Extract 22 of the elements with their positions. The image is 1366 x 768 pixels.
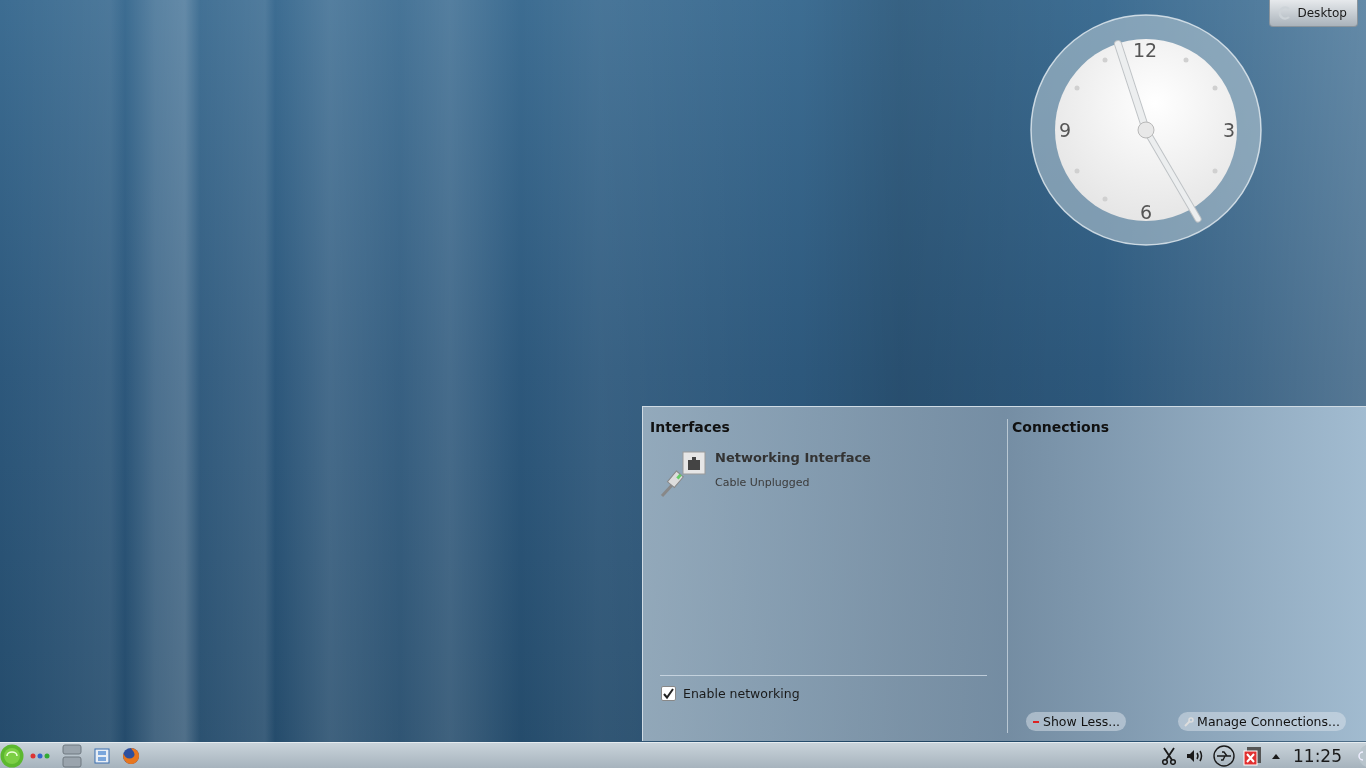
ethernet-cable-icon xyxy=(659,450,707,498)
interface-name: Networking Interface xyxy=(715,450,871,466)
clock-numeral: 6 xyxy=(1140,203,1153,222)
clock-numeral: 9 xyxy=(1059,121,1072,140)
section-title: Interfaces xyxy=(650,419,731,437)
interface-status: Cable Unplugged xyxy=(715,476,811,489)
manage-connections-button[interactable]: Manage Connections... xyxy=(1178,712,1346,731)
show-less-button[interactable]: Show Less... xyxy=(1026,712,1127,731)
clock-numeral: 12 xyxy=(1133,41,1158,60)
interface-item[interactable]: Networking Interface Cable Unplugged xyxy=(650,439,987,498)
clock-numeral: 3 xyxy=(1223,121,1236,140)
activity-dots-icon[interactable] xyxy=(30,751,50,760)
checkbox-label: Enable networking xyxy=(683,686,800,701)
wrench-icon xyxy=(1184,716,1195,727)
browser-icon[interactable] xyxy=(122,746,140,765)
section-title: Connections xyxy=(1012,419,1111,437)
file-cabinet-icon[interactable] xyxy=(94,747,110,764)
taskbar-clock[interactable]: 11:25 xyxy=(1293,745,1342,766)
enable-networking-checkbox[interactable] xyxy=(661,686,676,701)
desktop-button[interactable]: Desktop xyxy=(1268,0,1358,27)
disconnected-network-icon[interactable] xyxy=(1243,745,1263,766)
scissors-icon[interactable] xyxy=(1161,746,1177,765)
